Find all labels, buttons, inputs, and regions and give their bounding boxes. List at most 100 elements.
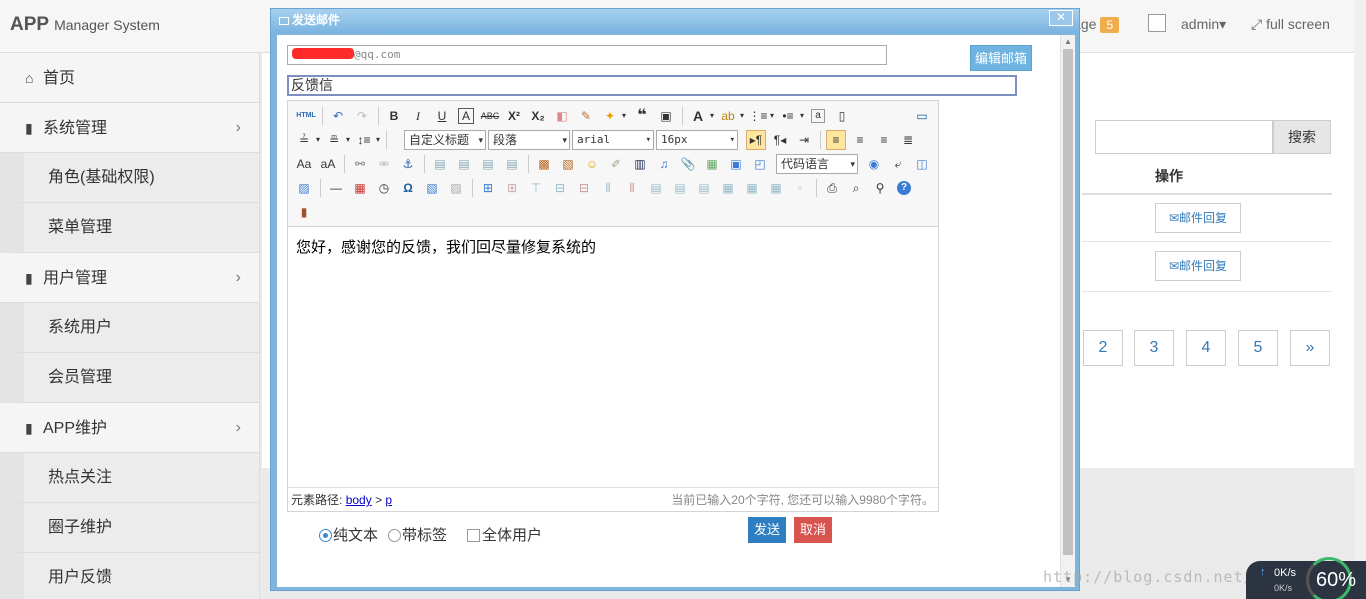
background-icon[interactable]: ▨ (294, 178, 314, 198)
user-menu[interactable]: admin▾ (1181, 16, 1226, 33)
page-button-4[interactable]: 4 (1186, 330, 1226, 366)
merge-down-icon[interactable]: ▤ (694, 178, 714, 198)
avatar[interactable] (1148, 14, 1166, 32)
radio-button[interactable] (388, 529, 401, 542)
clear-doc-icon[interactable]: a (811, 109, 825, 123)
select-all-icon[interactable]: ▯ (832, 106, 852, 126)
all-users-option[interactable]: 全体用户 (467, 524, 542, 545)
merge-right-icon[interactable]: ▤ (670, 178, 690, 198)
simple-upload-icon[interactable]: ▩ (534, 154, 554, 174)
split-to-cols-icon[interactable]: ▦ (766, 178, 786, 198)
help-icon[interactable]: ? (897, 181, 911, 195)
insert-video-icon[interactable]: ▥ (630, 154, 650, 174)
font-border-icon[interactable]: A (458, 108, 474, 124)
scrawl-icon[interactable]: ✐ (606, 154, 626, 174)
page-button-2[interactable]: 2 (1083, 330, 1123, 366)
attachment-icon[interactable]: 📎 (678, 154, 698, 174)
unordered-list-icon[interactable]: •≡ (778, 106, 804, 126)
strikethrough-icon[interactable]: ABC (480, 106, 500, 126)
heading-select[interactable]: 自定义标题 (404, 130, 486, 150)
snapscreen-icon[interactable]: ▨ (446, 178, 466, 198)
page-button-3[interactable]: 3 (1134, 330, 1174, 366)
blockquote-icon[interactable]: ❝ (632, 106, 652, 126)
row-spacing-bottom-icon[interactable]: ≞ (324, 130, 350, 150)
image-none-icon[interactable]: ▤ (430, 154, 450, 174)
date-icon[interactable]: ▦ (350, 178, 370, 198)
fullscreen-button[interactable]: ⤢ full screen (1251, 16, 1330, 33)
undo-icon[interactable]: ↶ (328, 106, 348, 126)
anchor-icon[interactable]: ⚓ (398, 154, 418, 174)
sidebar-item-hot-topics[interactable]: 热点关注 (0, 453, 259, 503)
line-height-icon[interactable]: ↕≡ (354, 130, 380, 150)
preview-zoom-icon[interactable]: ⌕ (846, 178, 866, 198)
row-spacing-top-icon[interactable]: ≟ (294, 130, 320, 150)
insert-frame-icon[interactable]: ◰ (750, 154, 770, 174)
bold-icon[interactable]: B (384, 106, 404, 126)
font-size-select[interactable]: 16px (656, 130, 738, 150)
split-to-cells-icon[interactable]: ▦ (718, 178, 738, 198)
align-justify-icon[interactable]: ≣ (898, 130, 918, 150)
page-button-next[interactable]: » (1290, 330, 1330, 366)
chart-icon[interactable]: ▫ (790, 178, 810, 198)
sidebar-item-system-users[interactable]: 系统用户 (0, 303, 259, 353)
redo-icon[interactable]: ↷ (352, 106, 372, 126)
paragraph-select[interactable]: 段落 (488, 130, 570, 150)
italic-icon[interactable]: I (408, 106, 428, 126)
sidebar-item-menus[interactable]: 菜单管理 (0, 203, 259, 253)
insert-image-icon[interactable]: ▧ (558, 154, 578, 174)
underline-icon[interactable]: U (432, 106, 452, 126)
sidebar-item-system[interactable]: ▮ 系统管理 › (0, 103, 259, 153)
background-color-icon[interactable]: ab (718, 106, 744, 126)
emotion-icon[interactable]: ☺ (582, 154, 602, 174)
sidebar-item-circles[interactable]: 圈子维护 (0, 503, 259, 553)
link-icon[interactable]: ⚯ (350, 154, 370, 174)
dialog-scrollbar[interactable]: ▲ ▼ (1060, 35, 1075, 587)
page-scrollbar[interactable] (1354, 0, 1366, 599)
auto-format-icon[interactable]: ✦ (600, 106, 626, 126)
with-tags-option[interactable]: 带标签 (388, 524, 447, 545)
split-to-rows-icon[interactable]: ▦ (742, 178, 762, 198)
dialog-title-bar[interactable]: 发送邮件 (271, 9, 1079, 33)
path-p-link[interactable]: p (385, 493, 392, 507)
image-right-icon[interactable]: ▤ (478, 154, 498, 174)
delete-col-icon[interactable]: ⫴ (622, 178, 642, 198)
editor-content[interactable]: 您好，感谢您的反馈，我们回尽量修复系统的 (288, 228, 938, 483)
delete-row-icon[interactable]: ⊟ (574, 178, 594, 198)
insert-row-icon[interactable]: ⊟ (550, 178, 570, 198)
recipient-field[interactable]: @qq.com (287, 45, 887, 65)
insert-paragraph-before-table-icon[interactable]: ⊤ (526, 178, 546, 198)
music-icon[interactable]: ♫ (654, 154, 674, 174)
time-icon[interactable]: ◷ (374, 178, 394, 198)
font-color-icon[interactable]: A (688, 106, 714, 126)
plain-text-option[interactable]: 纯文本 (319, 524, 378, 545)
special-char-icon[interactable]: Ω (398, 178, 418, 198)
cancel-button[interactable]: 取消 (794, 517, 832, 543)
align-center-icon[interactable]: ≡ (850, 130, 870, 150)
mail-reply-button[interactable]: ✉邮件回复 (1155, 203, 1241, 233)
align-left-icon[interactable]: ≡ (826, 130, 846, 150)
insert-table-icon[interactable]: ⊞ (478, 178, 498, 198)
sidebar-item-members[interactable]: 会员管理 (0, 353, 259, 403)
webapp-icon[interactable]: ◉ (864, 154, 884, 174)
html-source-button[interactable]: HTML (294, 106, 318, 126)
scroll-up-icon[interactable]: ▲ (1064, 37, 1072, 46)
sidebar-item-feedback[interactable]: 用户反馈 (0, 553, 259, 599)
search-input[interactable] (1095, 120, 1273, 154)
send-button[interactable]: 发送 (748, 517, 786, 543)
font-family-select[interactable]: arial (572, 130, 654, 150)
page-button-5[interactable]: 5 (1238, 330, 1278, 366)
merge-cells-icon[interactable]: ▤ (646, 178, 666, 198)
unlink-icon[interactable]: ⚮ (374, 154, 394, 174)
rtl-icon[interactable]: ¶◂ (770, 130, 790, 150)
format-painter-icon[interactable]: ✎ (576, 106, 596, 126)
drafts-icon[interactable]: ▮ (294, 202, 314, 222)
close-button[interactable]: ✕ (1049, 10, 1073, 26)
ltr-icon[interactable]: ▸¶ (746, 130, 766, 150)
template-icon[interactable]: ◫ (912, 154, 932, 174)
image-left-icon[interactable]: ▤ (454, 154, 474, 174)
word-image-icon[interactable]: ▧ (422, 178, 442, 198)
search-replace-icon[interactable]: ⚲ (870, 178, 890, 198)
paste-plain-icon[interactable]: ▣ (656, 106, 676, 126)
edit-mailbox-button[interactable]: 编辑邮箱 (970, 45, 1032, 71)
radio-button[interactable] (319, 529, 332, 542)
